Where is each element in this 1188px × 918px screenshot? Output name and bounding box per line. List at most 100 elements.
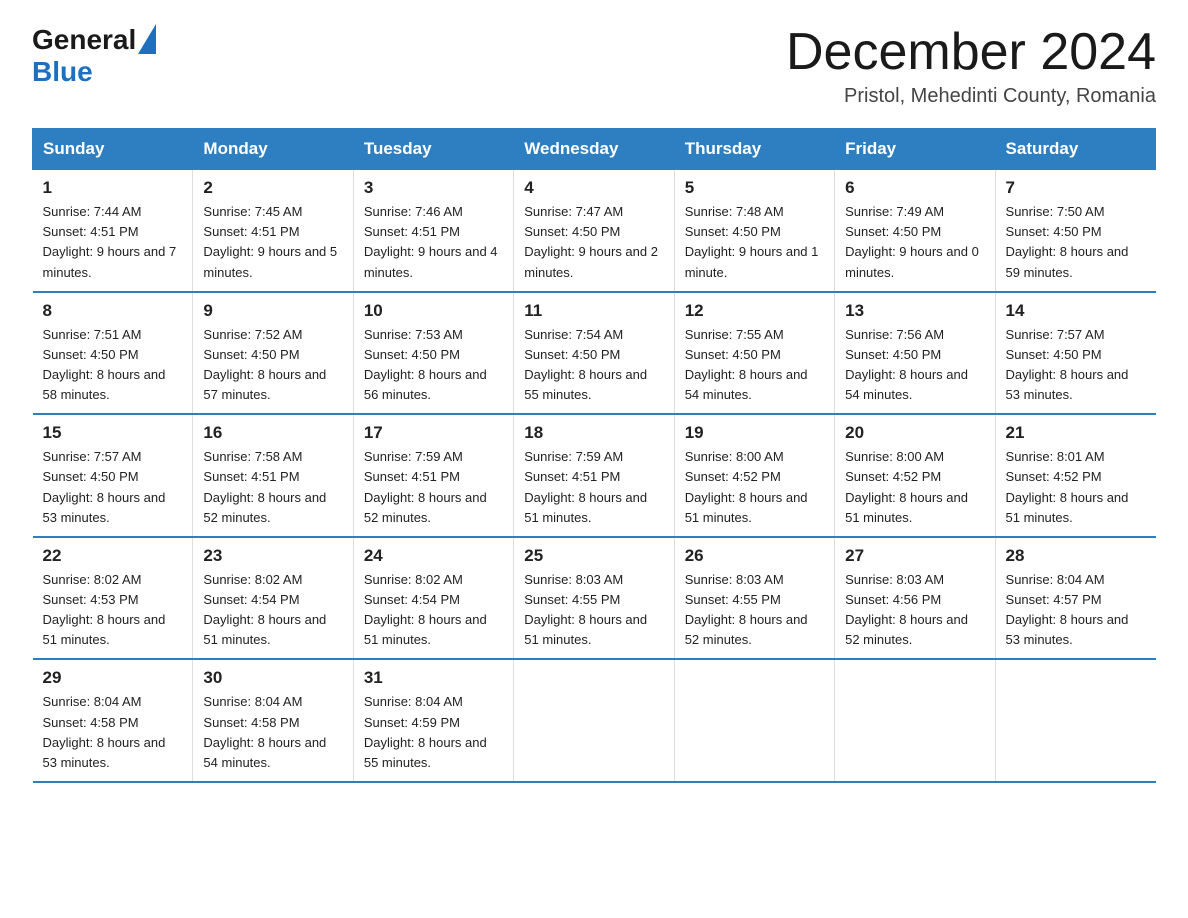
day-number: 8 xyxy=(43,301,183,321)
day-number: 13 xyxy=(845,301,984,321)
cell-week4-day2: 24 Sunrise: 8:02 AM Sunset: 4:54 PM Dayl… xyxy=(353,537,513,660)
day-info: Sunrise: 8:04 AM Sunset: 4:58 PM Dayligh… xyxy=(43,692,183,773)
sunset-label: Sunset: 4:51 PM xyxy=(43,224,139,239)
day-info: Sunrise: 7:59 AM Sunset: 4:51 PM Dayligh… xyxy=(364,447,503,528)
daylight-label: Daylight: 8 hours and 57 minutes. xyxy=(203,367,326,402)
day-number: 4 xyxy=(524,178,663,198)
daylight-label: Daylight: 9 hours and 0 minutes. xyxy=(845,244,979,279)
day-info: Sunrise: 7:51 AM Sunset: 4:50 PM Dayligh… xyxy=(43,325,183,406)
header-saturday: Saturday xyxy=(995,129,1155,170)
sunset-label: Sunset: 4:52 PM xyxy=(685,469,781,484)
day-info: Sunrise: 7:54 AM Sunset: 4:50 PM Dayligh… xyxy=(524,325,663,406)
logo-triangle-icon xyxy=(138,24,156,54)
sunset-label: Sunset: 4:55 PM xyxy=(524,592,620,607)
sunrise-label: Sunrise: 8:01 AM xyxy=(1006,449,1105,464)
day-info: Sunrise: 8:01 AM Sunset: 4:52 PM Dayligh… xyxy=(1006,447,1146,528)
day-number: 3 xyxy=(364,178,503,198)
sunrise-label: Sunrise: 8:00 AM xyxy=(685,449,784,464)
day-number: 2 xyxy=(203,178,342,198)
sunset-label: Sunset: 4:50 PM xyxy=(524,347,620,362)
cell-week5-day5 xyxy=(835,659,995,782)
sunset-label: Sunset: 4:50 PM xyxy=(1006,347,1102,362)
sunset-label: Sunset: 4:50 PM xyxy=(845,224,941,239)
day-info: Sunrise: 7:55 AM Sunset: 4:50 PM Dayligh… xyxy=(685,325,824,406)
daylight-label: Daylight: 8 hours and 58 minutes. xyxy=(43,367,166,402)
day-info: Sunrise: 8:03 AM Sunset: 4:55 PM Dayligh… xyxy=(524,570,663,651)
day-info: Sunrise: 8:04 AM Sunset: 4:58 PM Dayligh… xyxy=(203,692,342,773)
cell-week2-day2: 10 Sunrise: 7:53 AM Sunset: 4:50 PM Dayl… xyxy=(353,292,513,415)
cell-week3-day1: 16 Sunrise: 7:58 AM Sunset: 4:51 PM Dayl… xyxy=(193,414,353,537)
sunrise-label: Sunrise: 7:47 AM xyxy=(524,204,623,219)
day-info: Sunrise: 7:52 AM Sunset: 4:50 PM Dayligh… xyxy=(203,325,342,406)
daylight-label: Daylight: 8 hours and 51 minutes. xyxy=(685,490,808,525)
week-row-1: 1 Sunrise: 7:44 AM Sunset: 4:51 PM Dayli… xyxy=(33,170,1156,292)
month-title: December 2024 xyxy=(786,24,1156,81)
day-info: Sunrise: 7:58 AM Sunset: 4:51 PM Dayligh… xyxy=(203,447,342,528)
day-info: Sunrise: 7:57 AM Sunset: 4:50 PM Dayligh… xyxy=(1006,325,1146,406)
day-info: Sunrise: 7:53 AM Sunset: 4:50 PM Dayligh… xyxy=(364,325,503,406)
header-tuesday: Tuesday xyxy=(353,129,513,170)
logo-inner: General Blue xyxy=(32,24,156,88)
cell-week1-day1: 2 Sunrise: 7:45 AM Sunset: 4:51 PM Dayli… xyxy=(193,170,353,292)
daylight-label: Daylight: 9 hours and 2 minutes. xyxy=(524,244,658,279)
location: Pristol, Mehedinti County, Romania xyxy=(786,85,1156,108)
sunrise-label: Sunrise: 7:59 AM xyxy=(364,449,463,464)
sunrise-label: Sunrise: 7:54 AM xyxy=(524,327,623,342)
cell-week2-day6: 14 Sunrise: 7:57 AM Sunset: 4:50 PM Dayl… xyxy=(995,292,1155,415)
daylight-label: Daylight: 8 hours and 54 minutes. xyxy=(685,367,808,402)
sunset-label: Sunset: 4:57 PM xyxy=(1006,592,1102,607)
sunset-label: Sunset: 4:50 PM xyxy=(845,347,941,362)
week-row-2: 8 Sunrise: 7:51 AM Sunset: 4:50 PM Dayli… xyxy=(33,292,1156,415)
sunset-label: Sunset: 4:51 PM xyxy=(203,224,299,239)
day-number: 29 xyxy=(43,668,183,688)
cell-week5-day3 xyxy=(514,659,674,782)
cell-week4-day6: 28 Sunrise: 8:04 AM Sunset: 4:57 PM Dayl… xyxy=(995,537,1155,660)
daylight-label: Daylight: 8 hours and 51 minutes. xyxy=(524,490,647,525)
sunrise-label: Sunrise: 7:58 AM xyxy=(203,449,302,464)
sunrise-label: Sunrise: 8:02 AM xyxy=(364,572,463,587)
cell-week5-day0: 29 Sunrise: 8:04 AM Sunset: 4:58 PM Dayl… xyxy=(33,659,193,782)
cell-week4-day4: 26 Sunrise: 8:03 AM Sunset: 4:55 PM Dayl… xyxy=(674,537,834,660)
sunset-label: Sunset: 4:52 PM xyxy=(845,469,941,484)
daylight-label: Daylight: 8 hours and 51 minutes. xyxy=(524,612,647,647)
daylight-label: Daylight: 8 hours and 59 minutes. xyxy=(1006,244,1129,279)
cell-week5-day4 xyxy=(674,659,834,782)
day-number: 9 xyxy=(203,301,342,321)
cell-week2-day5: 13 Sunrise: 7:56 AM Sunset: 4:50 PM Dayl… xyxy=(835,292,995,415)
sunrise-label: Sunrise: 8:02 AM xyxy=(43,572,142,587)
cell-week4-day1: 23 Sunrise: 8:02 AM Sunset: 4:54 PM Dayl… xyxy=(193,537,353,660)
day-info: Sunrise: 7:49 AM Sunset: 4:50 PM Dayligh… xyxy=(845,202,984,283)
day-info: Sunrise: 7:47 AM Sunset: 4:50 PM Dayligh… xyxy=(524,202,663,283)
week-row-4: 22 Sunrise: 8:02 AM Sunset: 4:53 PM Dayl… xyxy=(33,537,1156,660)
cell-week1-day5: 6 Sunrise: 7:49 AM Sunset: 4:50 PM Dayli… xyxy=(835,170,995,292)
day-number: 21 xyxy=(1006,423,1146,443)
calendar-table: SundayMondayTuesdayWednesdayThursdayFrid… xyxy=(32,128,1156,783)
day-number: 26 xyxy=(685,546,824,566)
day-number: 15 xyxy=(43,423,183,443)
day-number: 16 xyxy=(203,423,342,443)
daylight-label: Daylight: 9 hours and 7 minutes. xyxy=(43,244,177,279)
sunset-label: Sunset: 4:50 PM xyxy=(203,347,299,362)
logo: General Blue xyxy=(32,24,156,88)
sunrise-label: Sunrise: 8:04 AM xyxy=(1006,572,1105,587)
daylight-label: Daylight: 8 hours and 53 minutes. xyxy=(43,735,166,770)
sunset-label: Sunset: 4:51 PM xyxy=(524,469,620,484)
day-info: Sunrise: 8:02 AM Sunset: 4:53 PM Dayligh… xyxy=(43,570,183,651)
daylight-label: Daylight: 9 hours and 4 minutes. xyxy=(364,244,498,279)
daylight-label: Daylight: 8 hours and 51 minutes. xyxy=(364,612,487,647)
day-number: 28 xyxy=(1006,546,1146,566)
sunrise-label: Sunrise: 7:55 AM xyxy=(685,327,784,342)
sunrise-label: Sunrise: 8:04 AM xyxy=(364,694,463,709)
day-number: 25 xyxy=(524,546,663,566)
calendar-header-row: SundayMondayTuesdayWednesdayThursdayFrid… xyxy=(33,129,1156,170)
sunset-label: Sunset: 4:51 PM xyxy=(364,469,460,484)
sunrise-label: Sunrise: 7:53 AM xyxy=(364,327,463,342)
day-number: 24 xyxy=(364,546,503,566)
sunrise-label: Sunrise: 7:52 AM xyxy=(203,327,302,342)
cell-week1-day6: 7 Sunrise: 7:50 AM Sunset: 4:50 PM Dayli… xyxy=(995,170,1155,292)
daylight-label: Daylight: 8 hours and 54 minutes. xyxy=(845,367,968,402)
sunrise-label: Sunrise: 8:04 AM xyxy=(203,694,302,709)
day-info: Sunrise: 8:03 AM Sunset: 4:56 PM Dayligh… xyxy=(845,570,984,651)
sunset-label: Sunset: 4:51 PM xyxy=(203,469,299,484)
cell-week3-day6: 21 Sunrise: 8:01 AM Sunset: 4:52 PM Dayl… xyxy=(995,414,1155,537)
